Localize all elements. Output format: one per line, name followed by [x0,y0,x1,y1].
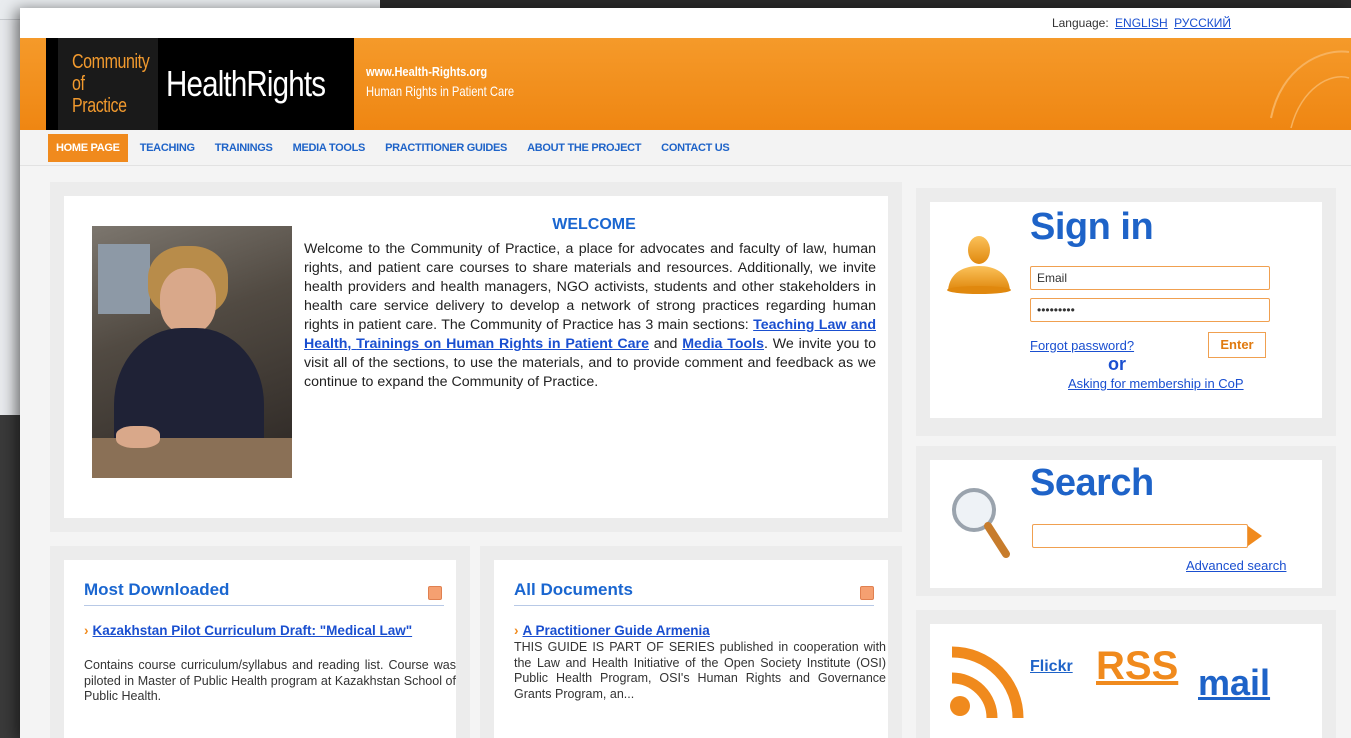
most-downloaded-item-title[interactable]: › Kazakhstan Pilot Curriculum Draft: "Med… [84,622,454,639]
rss-feed-icon[interactable] [946,638,1030,722]
flickr-link[interactable]: Flickr [1030,658,1073,676]
welcome-text-and: and [648,336,683,352]
logo-community-block: Community of Practice [46,38,158,130]
logo-brand-text: HealthRights [166,63,326,104]
content-area: WELCOME Welcome to the Community of Prac… [20,166,1351,738]
nav-contact-us[interactable]: CONTACT US [653,134,737,162]
language-russian-link[interactable]: РУССКИЙ [1174,16,1231,30]
user-icon [947,236,1011,294]
signin-panel: Sign in Forgot password? Enter or Asking… [916,188,1336,436]
nav-trainings[interactable]: TRAININGS [207,134,281,162]
nav-home-page[interactable]: HOME PAGE [48,133,128,162]
search-inner: Search Advanced search [930,460,1322,588]
header-tagline: www.Health-Rights.org Human Rights in Pa… [366,64,551,99]
most-downloaded-title: Most Downloaded [84,580,444,606]
language-bar: Language: ENGLISH РУССКИЙ [1052,16,1231,30]
signin-heading: Sign in [1030,206,1154,248]
most-downloaded-panel: Most Downloaded › Kazakhstan Pilot Curric… [50,546,470,738]
rss-link[interactable]: RSS [1096,644,1178,689]
bullet-arrow-icon: › [514,623,519,638]
rss-small-icon[interactable] [860,586,874,600]
social-panel: Flickr RSS mail [916,610,1336,738]
all-documents-item-desc: THIS GUIDE IS PART OF SERIES published i… [514,640,886,701]
most-downloaded-inner: Most Downloaded › Kazakhstan Pilot Curric… [64,560,456,738]
search-heading: Search [1030,462,1154,504]
welcome-photo [92,226,292,478]
browser-page: Language: ENGLISH РУССКИЙ Community of P… [20,8,1351,738]
link-trainings-human-rights[interactable]: , Trainings on Human Rights in Patient C… [347,336,649,352]
mail-link[interactable]: mail [1198,662,1270,704]
or-separator: or [1108,354,1126,374]
welcome-panel: WELCOME Welcome to the Community of Prac… [50,182,902,532]
social-inner: Flickr RSS mail [930,624,1322,738]
search-go-arrow-icon[interactable] [1248,526,1262,546]
search-input[interactable] [1032,524,1248,548]
welcome-text: Welcome to the Community of Practice, a … [304,240,876,392]
welcome-title: WELCOME [552,216,636,233]
site-logo[interactable]: Community of Practice HealthRights [46,38,354,130]
search-panel: Search Advanced search [916,446,1336,596]
background-window-edge-lower [0,415,20,738]
logo-line-2: of Practice [72,73,127,117]
background-window-edge [0,20,20,415]
main-nav: HOME PAGE TEACHING TRAININGS MEDIA TOOLS… [20,130,1351,166]
forgot-password-link[interactable]: Forgot password? [1030,338,1134,353]
membership-request-link[interactable]: Asking for membership in CoP [1068,376,1244,391]
bullet-arrow-icon: › [84,623,89,638]
site-tagline: Human Rights in Patient Care [366,83,515,99]
all-documents-item-title[interactable]: › A Practitioner Guide Armenia [514,622,884,639]
language-label: Language: [1051,16,1109,30]
logo-brand-block: HealthRights [158,38,360,130]
welcome-panel-inner: WELCOME Welcome to the Community of Prac… [64,196,888,518]
decorative-swirl-icon [1270,50,1350,129]
site-header: Community of Practice HealthRights www.H… [20,38,1351,130]
link-media-tools[interactable]: Media Tools [682,336,764,352]
most-downloaded-item-link[interactable]: Kazakhstan Pilot Curriculum Draft: "Medi… [93,623,413,638]
site-url: www.Health-Rights.org [366,64,488,79]
all-documents-title: All Documents [514,580,874,606]
language-english-link[interactable]: ENGLISH [1115,16,1168,30]
logo-line-1: Community [72,51,150,73]
signin-inner: Sign in Forgot password? Enter or Asking… [930,202,1322,418]
most-downloaded-item-desc: Contains course curriculum/syllabus and … [84,658,456,703]
magnifier-icon [952,488,1010,558]
nav-practitioner-guides[interactable]: PRACTITIONER GUIDES [377,134,515,162]
nav-media-tools[interactable]: MEDIA TOOLS [285,134,373,162]
nav-about-the-project[interactable]: ABOUT THE PROJECT [519,134,649,162]
all-documents-item-link[interactable]: A Practitioner Guide Armenia [523,623,710,638]
rss-small-icon[interactable] [428,586,442,600]
nav-teaching[interactable]: TEACHING [132,134,203,162]
password-field[interactable] [1030,298,1270,322]
email-field[interactable] [1030,266,1270,290]
enter-button[interactable]: Enter [1208,332,1266,358]
all-documents-panel: All Documents › A Practitioner Guide Arme… [480,546,902,738]
advanced-search-link[interactable]: Advanced search [1186,558,1286,573]
link-trainings-text: Trainings on Human Rights in Patient Car… [356,336,649,352]
all-documents-inner: All Documents › A Practitioner Guide Arme… [494,560,888,738]
